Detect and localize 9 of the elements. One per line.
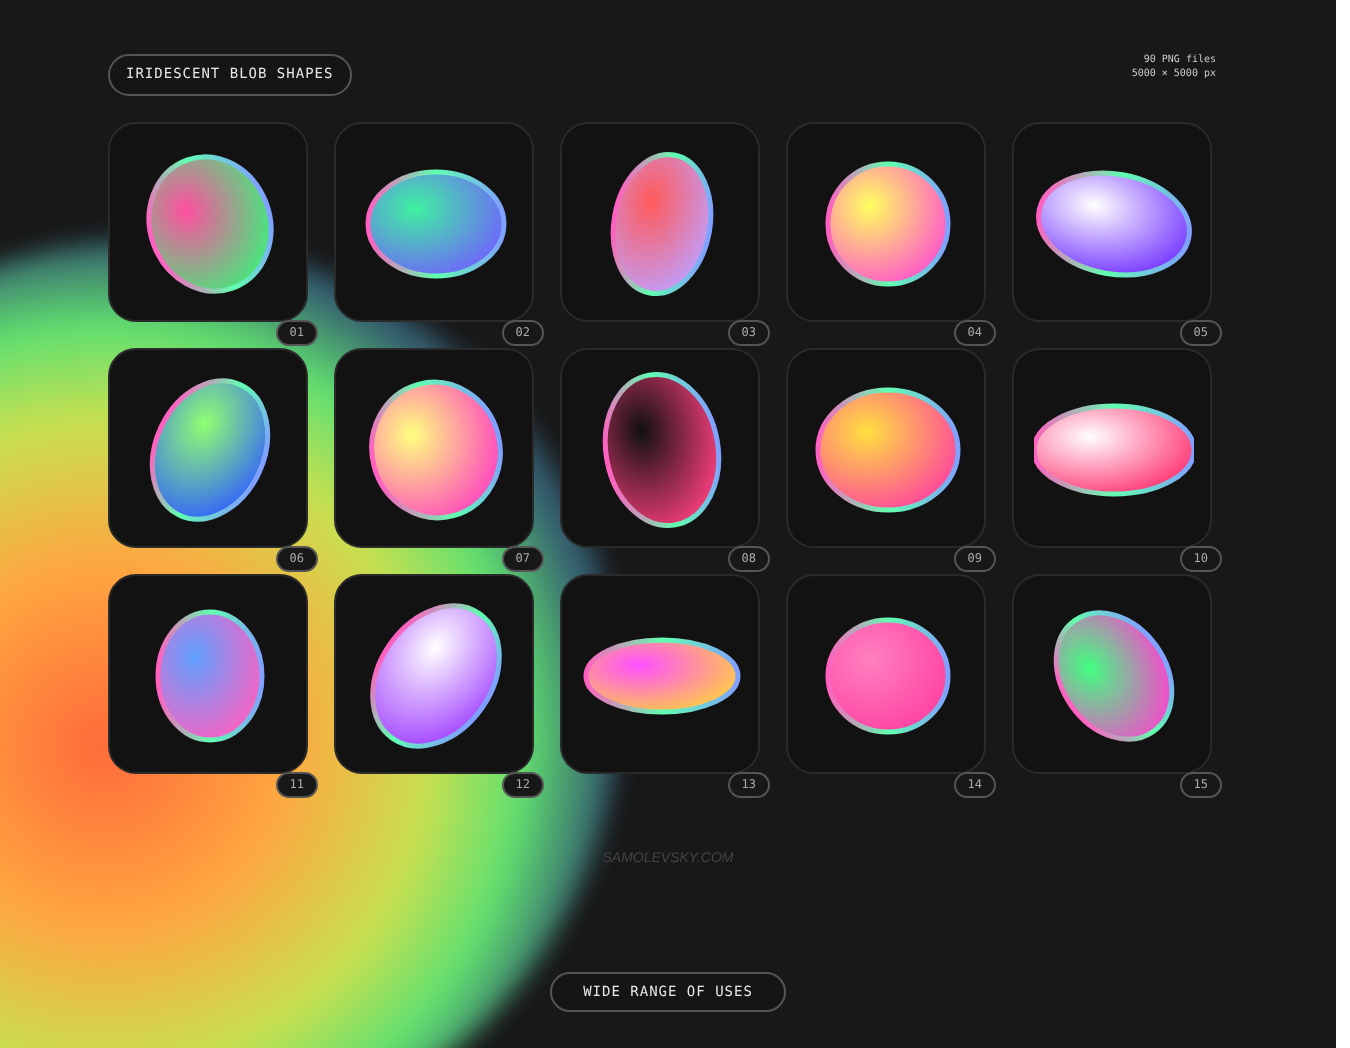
blob-shape: [825, 161, 951, 287]
blob-shape: [155, 609, 265, 743]
blob-shape: [610, 152, 714, 296]
blob-shape: [149, 378, 271, 522]
blob-shape: [369, 379, 503, 521]
blob-shape: [1053, 610, 1175, 742]
blob-shape: [365, 169, 507, 279]
blob-shape: [146, 154, 274, 294]
blob-shape: [825, 617, 951, 735]
